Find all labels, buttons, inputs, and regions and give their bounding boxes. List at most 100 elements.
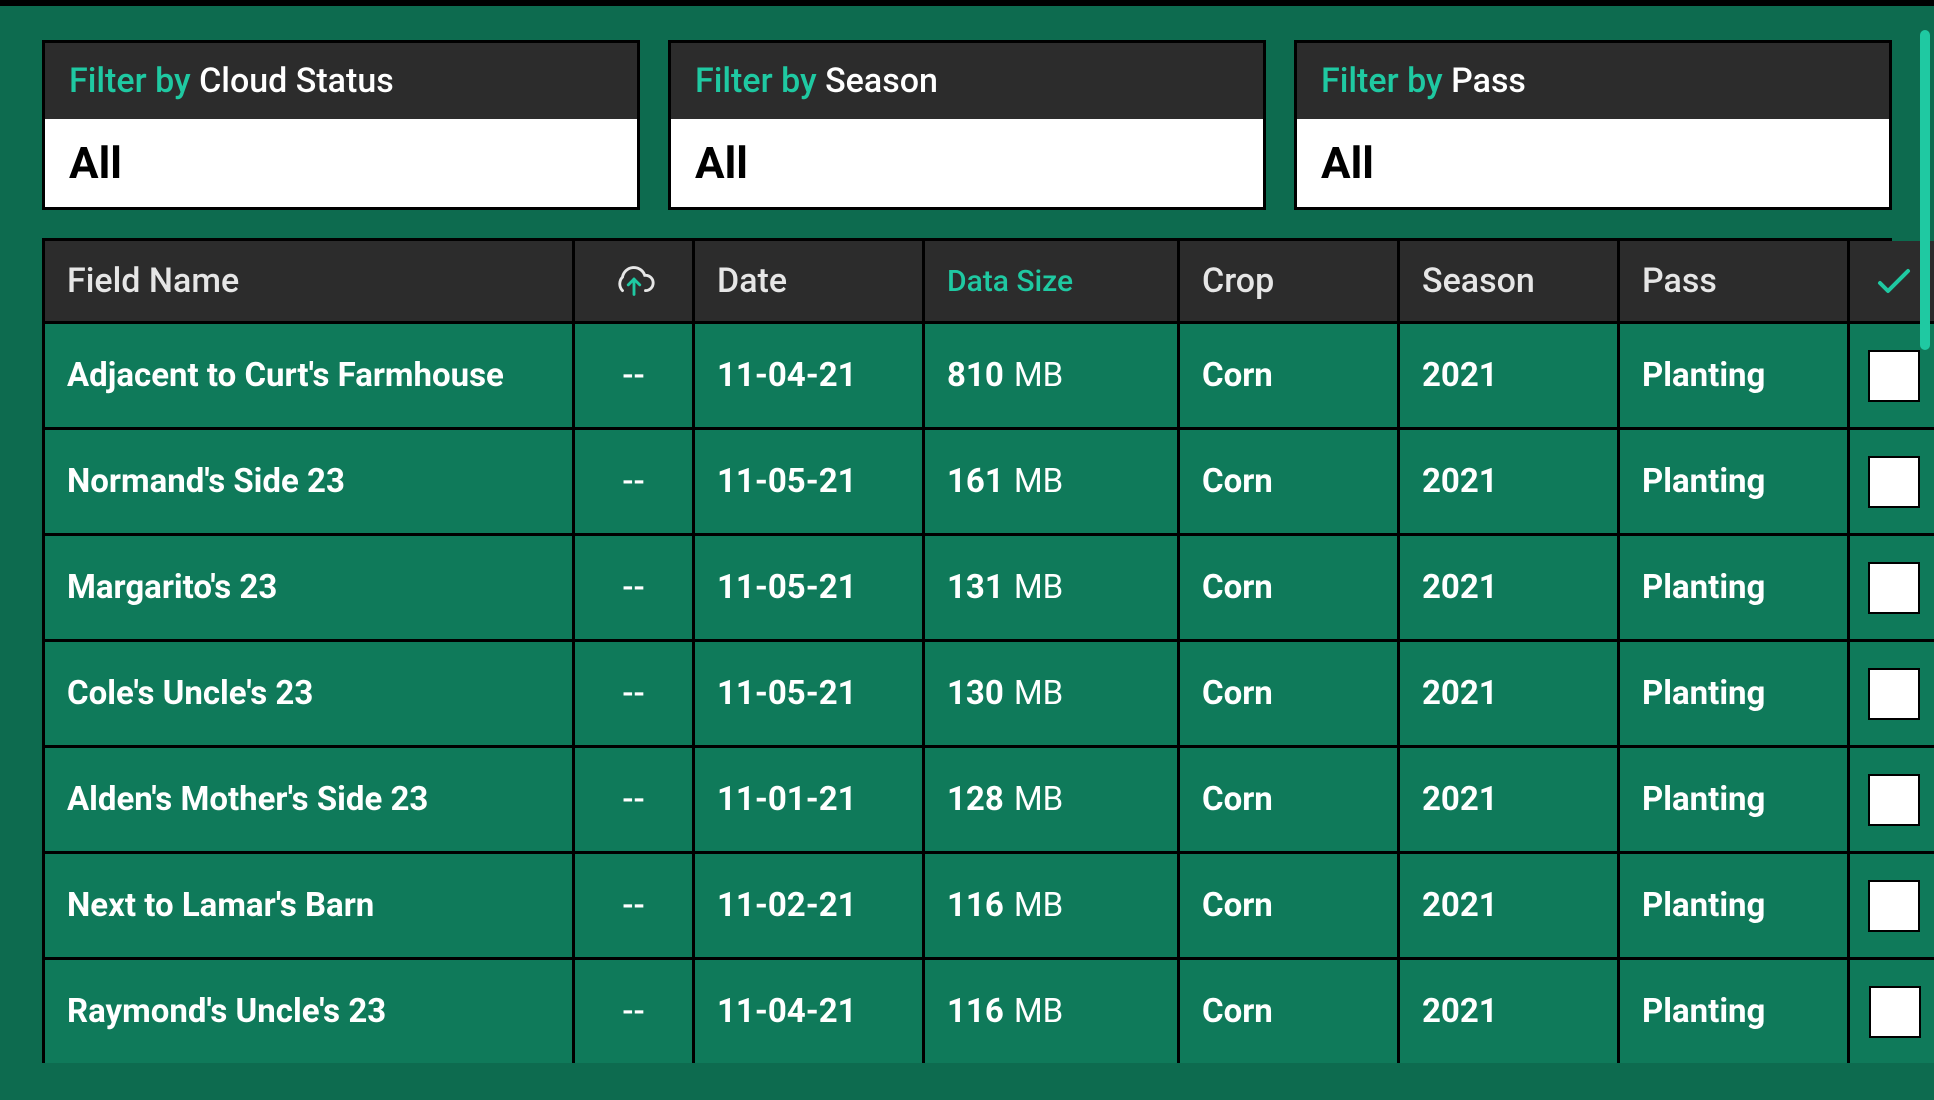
filter-cloud-status: Filter by Cloud Status All xyxy=(42,40,640,210)
cell-pass: Planting xyxy=(1620,533,1850,639)
cell-date: 11-05-21 xyxy=(695,533,925,639)
size-unit: MB xyxy=(1014,568,1063,607)
cell-crop: Corn xyxy=(1180,957,1400,1063)
row-checkbox[interactable] xyxy=(1868,880,1920,932)
size-value: 128 xyxy=(947,780,1004,819)
cell-cloud-status: -- xyxy=(575,321,695,427)
filter-pass-select[interactable]: All xyxy=(1297,119,1889,207)
cell-date: 11-04-21 xyxy=(695,957,925,1063)
cell-field-name: Adjacent to Curt's Farmhouse xyxy=(45,321,575,427)
cell-pass: Planting xyxy=(1620,427,1850,533)
size-value: 116 xyxy=(947,992,1004,1031)
cell-crop: Corn xyxy=(1180,427,1400,533)
cell-season: 2021 xyxy=(1400,957,1620,1063)
column-header-field-name[interactable]: Field Name xyxy=(45,241,575,321)
row-checkbox[interactable] xyxy=(1868,562,1920,614)
column-header-pass[interactable]: Pass xyxy=(1620,241,1850,321)
cell-field-name: Alden's Mother's Side 23 xyxy=(45,745,575,851)
cell-field-name: Raymond's Uncle's 23 xyxy=(45,957,575,1063)
column-header-data-size[interactable]: Data Size xyxy=(925,241,1180,321)
check-icon xyxy=(1876,265,1912,297)
cell-cloud-status: -- xyxy=(575,533,695,639)
column-header-crop[interactable]: Crop xyxy=(1180,241,1400,321)
cell-cloud-status: -- xyxy=(575,745,695,851)
cell-season: 2021 xyxy=(1400,745,1620,851)
cell-checkbox xyxy=(1850,851,1934,957)
cell-season: 2021 xyxy=(1400,533,1620,639)
cell-field-name: Margarito's 23 xyxy=(45,533,575,639)
cell-field-name: Cole's Uncle's 23 xyxy=(45,639,575,745)
filter-season-prefix: Filter by xyxy=(695,61,817,101)
page-root: Filter by Cloud Status All Filter by Sea… xyxy=(0,0,1934,1063)
size-value: 131 xyxy=(947,568,1004,607)
cell-date: 11-04-21 xyxy=(695,321,925,427)
cell-date: 11-05-21 xyxy=(695,639,925,745)
cell-crop: Corn xyxy=(1180,321,1400,427)
filter-bar: Filter by Cloud Status All Filter by Sea… xyxy=(42,40,1892,210)
cell-data-size: 130MB xyxy=(925,639,1180,745)
cell-pass: Planting xyxy=(1620,639,1850,745)
cell-date: 11-01-21 xyxy=(695,745,925,851)
filter-season-select[interactable]: All xyxy=(671,119,1263,207)
row-checkbox[interactable] xyxy=(1868,456,1920,508)
cell-data-size: 116 MB xyxy=(925,957,1180,1063)
cell-data-size: 810MB xyxy=(925,321,1180,427)
cell-cloud-status: -- xyxy=(575,851,695,957)
cloud-upload-icon xyxy=(611,261,657,301)
size-value: 116 xyxy=(947,886,1004,925)
row-checkbox[interactable] xyxy=(1868,774,1920,826)
filter-pass-prefix: Filter by xyxy=(1321,61,1443,101)
cell-crop: Corn xyxy=(1180,851,1400,957)
cell-data-size: 131 MB xyxy=(925,533,1180,639)
filter-pass: Filter by Pass All xyxy=(1294,40,1892,210)
column-header-season[interactable]: Season xyxy=(1400,241,1620,321)
row-checkbox[interactable] xyxy=(1869,986,1921,1038)
filter-season-header: Filter by Season xyxy=(671,43,1263,119)
data-table: Field Name Date Data Size Crop Season Pa… xyxy=(42,238,1892,1063)
cell-data-size: 116 MB xyxy=(925,851,1180,957)
size-value: 130 xyxy=(947,674,1004,713)
size-unit: MB xyxy=(1014,462,1063,501)
vertical-scrollbar-thumb[interactable] xyxy=(1920,30,1930,350)
cell-season: 2021 xyxy=(1400,639,1620,745)
cell-checkbox xyxy=(1850,745,1934,851)
cell-field-name: Normand's Side 23 xyxy=(45,427,575,533)
filter-cloud-status-select[interactable]: All xyxy=(45,119,637,207)
cell-pass: Planting xyxy=(1620,851,1850,957)
cell-checkbox xyxy=(1850,957,1934,1063)
filter-pass-header: Filter by Pass xyxy=(1297,43,1889,119)
cell-checkbox xyxy=(1850,427,1934,533)
row-checkbox[interactable] xyxy=(1868,350,1920,402)
cell-cloud-status: -- xyxy=(575,639,695,745)
cell-crop: Corn xyxy=(1180,639,1400,745)
cell-pass: Planting xyxy=(1620,321,1850,427)
cell-checkbox xyxy=(1850,533,1934,639)
cell-cloud-status: -- xyxy=(575,957,695,1063)
size-value: 161 xyxy=(947,462,1004,501)
cell-pass: Planting xyxy=(1620,957,1850,1063)
cell-crop: Corn xyxy=(1180,745,1400,851)
cell-pass: Planting xyxy=(1620,745,1850,851)
column-header-cloud[interactable] xyxy=(575,241,695,321)
filter-season-suffix: Season xyxy=(825,61,938,101)
cell-date: 11-05-21 xyxy=(695,427,925,533)
cell-data-size: 161 MB xyxy=(925,427,1180,533)
size-value: 810 xyxy=(947,356,1004,395)
size-unit: MB xyxy=(1014,780,1063,819)
cell-season: 2021 xyxy=(1400,321,1620,427)
filter-cloud-status-header: Filter by Cloud Status xyxy=(45,43,637,119)
cell-season: 2021 xyxy=(1400,851,1620,957)
filter-pass-suffix: Pass xyxy=(1451,61,1526,101)
column-header-date[interactable]: Date xyxy=(695,241,925,321)
filter-cloud-status-suffix: Cloud Status xyxy=(199,61,394,101)
size-unit: MB xyxy=(1014,886,1063,925)
cell-date: 11-02-21 xyxy=(695,851,925,957)
cell-data-size: 128 MB xyxy=(925,745,1180,851)
size-unit: MB xyxy=(1014,992,1063,1031)
cell-crop: Corn xyxy=(1180,533,1400,639)
cell-season: 2021 xyxy=(1400,427,1620,533)
row-checkbox[interactable] xyxy=(1868,668,1920,720)
cell-checkbox xyxy=(1850,639,1934,745)
cell-cloud-status: -- xyxy=(575,427,695,533)
filter-season: Filter by Season All xyxy=(668,40,1266,210)
